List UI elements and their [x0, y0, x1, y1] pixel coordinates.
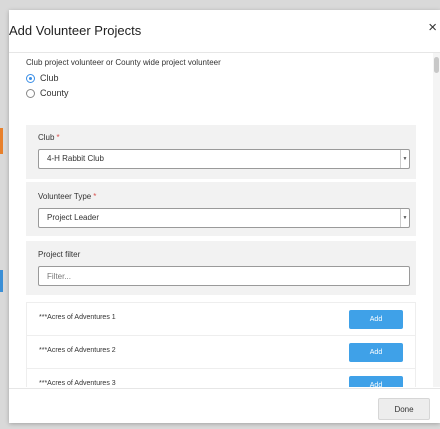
radio-label: County: [40, 88, 69, 98]
list-item: ***Acres of Adventures 1 Add: [26, 302, 416, 336]
project-name: ***Acres of Adventures 2: [39, 347, 116, 354]
close-icon[interactable]: ×: [428, 20, 437, 35]
background-accent: [0, 270, 3, 292]
project-filter-label: Project filter: [38, 250, 81, 259]
project-filter-panel: Project filter: [26, 241, 416, 295]
volunteer-type-select[interactable]: Project Leader ▼: [38, 208, 410, 228]
dialog-title: Add Volunteer Projects: [9, 23, 142, 38]
volunteer-type-value: Project Leader: [47, 213, 100, 222]
scope-question: Club project volunteer or County wide pr…: [26, 58, 221, 67]
radio-selected-icon: [26, 73, 35, 83]
add-volunteer-projects-dialog: Add Volunteer Projects × Club project vo…: [9, 10, 440, 423]
project-filter-input[interactable]: [38, 266, 410, 286]
dropdown-arrow-icon: ▼: [400, 209, 409, 227]
project-name: ***Acres of Adventures 3: [39, 380, 116, 387]
list-item: ***Acres of Adventures 3 Add: [26, 368, 416, 387]
club-label: Club *: [38, 133, 60, 142]
list-item: ***Acres of Adventures 2 Add: [26, 335, 416, 369]
add-project-button[interactable]: Add: [349, 376, 403, 387]
club-select-value: 4-H Rabbit Club: [47, 154, 104, 163]
background-accent: [0, 128, 3, 154]
scrollbar[interactable]: [433, 53, 440, 387]
radio-club[interactable]: Club: [26, 71, 126, 85]
add-project-button[interactable]: Add: [349, 343, 403, 362]
radio-county[interactable]: County: [26, 86, 126, 100]
project-name: ***Acres of Adventures 1: [39, 314, 116, 321]
dialog-header: Add Volunteer Projects ×: [9, 10, 440, 53]
dialog-body: Club project volunteer or County wide pr…: [9, 53, 433, 387]
scrollbar-thumb[interactable]: [434, 57, 439, 73]
dropdown-arrow-icon: ▼: [400, 150, 409, 168]
volunteer-type-panel: Volunteer Type * Project Leader ▼: [26, 182, 416, 236]
radio-unselected-icon: [26, 88, 35, 98]
done-button[interactable]: Done: [378, 398, 430, 420]
volunteer-type-label: Volunteer Type *: [38, 192, 97, 201]
add-project-button[interactable]: Add: [349, 310, 403, 329]
club-panel: Club * 4-H Rabbit Club ▼: [26, 125, 416, 179]
dialog-footer: Done: [9, 388, 440, 424]
club-select[interactable]: 4-H Rabbit Club ▼: [38, 149, 410, 169]
radio-label: Club: [40, 73, 59, 83]
